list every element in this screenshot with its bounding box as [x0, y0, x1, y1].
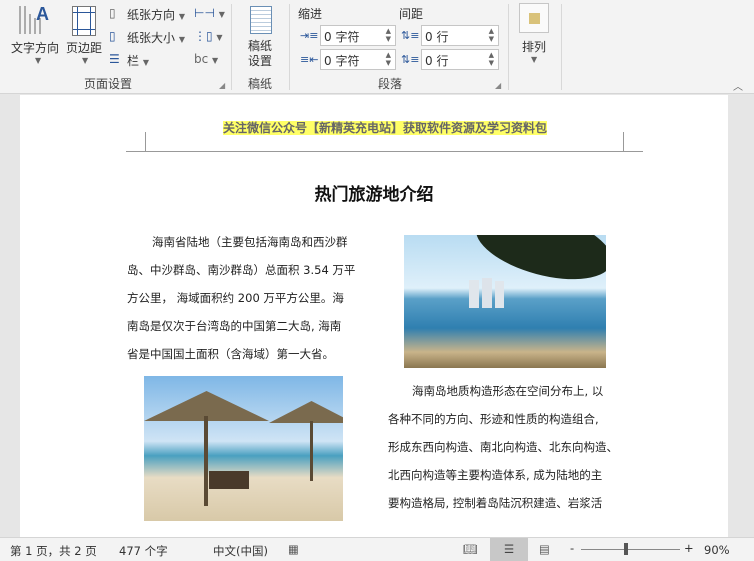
chevron-down-icon: ▼ — [35, 56, 42, 65]
draft-group-label: 稿纸 — [248, 77, 273, 91]
paragraph-line: 海南省陆地（主要包括海南岛和西沙群 — [152, 235, 348, 249]
paragraph-group-label: 段落 — [378, 77, 403, 91]
text-direction-button[interactable]: 文字方向 — [11, 39, 59, 56]
columns-icon: ☰ — [109, 52, 120, 66]
spacing-before-input[interactable]: 0 行 ▲ ▼ — [421, 25, 499, 46]
divider — [508, 4, 509, 90]
beach-photo — [404, 235, 606, 368]
paragraph-line: 北西向构造等主要构造体系, 成为陆地的主 — [388, 468, 603, 482]
read-mode-icon[interactable]: 📖︎ — [463, 542, 478, 556]
chevron-down-icon: ▼ — [531, 55, 538, 64]
spacing-label: 间距 — [399, 7, 424, 21]
zoom-in-button[interactable]: + — [684, 541, 694, 555]
indent-right-input[interactable]: 0 字符 ▲ ▼ — [320, 49, 396, 70]
macro-icon[interactable]: ▦ — [288, 542, 299, 556]
size-button[interactable]: 纸张大小 ▼ — [127, 29, 185, 46]
header-corner-mark — [126, 132, 146, 152]
breaks-button[interactable]: ⊢⊣ ▼ — [194, 6, 225, 20]
paragraph-line: 省是中国国土面积（含海域）第一大省。 — [127, 347, 334, 361]
document-title: 热门旅游地介绍 — [314, 185, 434, 205]
zoom-level[interactable]: 90% — [704, 543, 730, 557]
paragraph-line: 形成东西向构造、南北向构造、北东向构造、 — [388, 440, 618, 454]
draft-paper-button[interactable]: 稿纸 设置 — [248, 39, 272, 69]
header-text: 关注微信公众号【新精英充电站】获取软件资源及学习资料包 — [222, 121, 547, 135]
paragraph-line: 要构造格局, 控制着岛陆沉积建造、岩浆活 — [388, 496, 603, 510]
zoom-slider[interactable] — [581, 549, 680, 550]
zoom-slider-thumb[interactable] — [624, 543, 628, 555]
spacing-after-icon: ⇅≡ — [401, 53, 420, 66]
ribbon: A 文字方向 ▼ 页边距 ▼ ▯ 纸张方向 ▼ ▯ 纸张大小 ▼ ☰ 栏 ▼ ⊢… — [0, 0, 754, 94]
arrange-icon — [519, 3, 549, 33]
zoom-out-button[interactable]: - — [570, 541, 574, 555]
margins-icon — [72, 6, 96, 36]
indent-left-icon: ⇥≡ — [300, 29, 319, 42]
page-count[interactable]: 第 1 页，共 2 页 — [10, 543, 97, 559]
word-count[interactable]: 477 个字 — [119, 543, 168, 559]
dialog-launcher-icon[interactable]: ◢ — [219, 81, 225, 90]
paragraph-line: 南岛是仅次于台湾岛的中国第二大岛, 海南 — [127, 319, 342, 333]
columns-button[interactable]: 栏 ▼ — [127, 52, 149, 69]
spacing-before-icon: ⇅≡ — [401, 29, 420, 42]
header-corner-mark — [623, 132, 643, 152]
header-rule — [126, 151, 643, 152]
divider — [231, 4, 232, 90]
size-icon: ▯ — [109, 29, 116, 43]
dialog-launcher-icon[interactable]: ◢ — [495, 81, 501, 90]
indent-right-icon: ≡⇤ — [300, 53, 319, 66]
divider — [561, 4, 562, 90]
print-layout-icon[interactable]: ☰ — [490, 538, 528, 561]
spacing-after-input[interactable]: 0 行 ▲ ▼ — [421, 49, 499, 70]
svg-text:A: A — [36, 4, 49, 24]
status-bar: 第 1 页，共 2 页 477 个字 中文(中国) ▦ 📖︎ ☰ ▤ - + 9… — [0, 537, 754, 561]
chevron-down-icon: ▼ — [82, 56, 89, 65]
page-setup-group-label: 页面设置 — [84, 77, 133, 91]
web-layout-icon[interactable]: ▤ — [539, 542, 550, 556]
text-direction-icon: A — [12, 4, 52, 38]
line-numbers-button[interactable]: ⋮▯ ▼ — [194, 29, 223, 43]
paragraph-line: 岛、中沙群岛、南沙群岛）总面积 3.54 万平 — [127, 263, 356, 277]
indent-left-input[interactable]: 0 字符 ▲ ▼ — [320, 25, 396, 46]
umbrella-photo — [144, 376, 343, 521]
indent-label: 缩进 — [298, 7, 323, 21]
margins-button[interactable]: 页边距 — [66, 39, 102, 56]
orientation-icon: ▯ — [109, 6, 116, 20]
hyphenation-button[interactable]: bc ▼ — [194, 52, 218, 66]
language[interactable]: 中文(中国) — [213, 543, 268, 559]
orientation-button[interactable]: 纸张方向 ▼ — [127, 6, 185, 23]
paragraph-line: 各种不同的方向、形迹和性质的构造组合, — [388, 412, 599, 426]
page[interactable]: 关注微信公众号【新精英充电站】获取软件资源及学习资料包 热门旅游地介绍 海南省陆… — [20, 95, 728, 537]
divider — [289, 4, 290, 90]
paragraph-line: 海南岛地质构造形态在空间分布上, 以 — [412, 384, 604, 398]
draft-paper-icon — [250, 6, 272, 34]
collapse-ribbon-icon[interactable]: ︿ — [733, 78, 743, 93]
paragraph-line: 方公里， 海域面积约 200 万平方公里。海 — [127, 291, 344, 305]
arrange-button[interactable]: 排列 — [522, 38, 546, 55]
